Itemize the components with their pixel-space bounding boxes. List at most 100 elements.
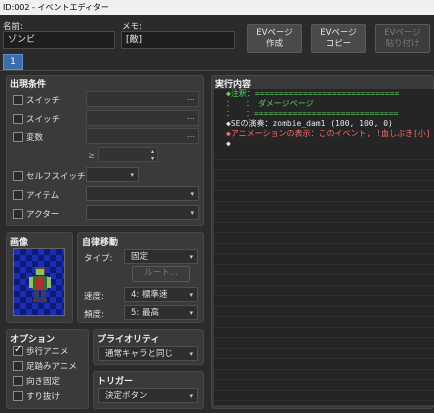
trigger-dropdown[interactable]: 決定ボタン ▾ [98,388,198,403]
item-label: アイテム [26,191,60,201]
empty-row [214,391,434,401]
zombie-sprite-icon [29,267,51,302]
switch2-field[interactable]: … [86,110,199,126]
empty-row [214,359,434,370]
trigger-value: 決定ボタン [105,391,148,401]
autonomous-title: 自律移動 [82,238,119,248]
tab-page-1[interactable]: 1 [3,54,23,70]
memo-field[interactable]: [敵] [121,31,235,49]
empty-row [214,191,434,202]
chevron-down-icon: ▾ [190,190,194,198]
speed-label: 速度: [84,292,104,302]
through-label: すり抜け [26,392,61,402]
empty-row [214,170,434,181]
variable-checkbox[interactable] [13,132,23,142]
type-value: 固定 [131,252,149,262]
walking-anim-label: 歩行アニメ [26,347,69,357]
stepping-anim-checkbox[interactable] [13,361,23,371]
tab-divider [0,70,434,71]
empty-row [214,317,434,328]
empty-row [214,149,434,160]
empty-row [214,265,434,275]
actor-dropdown[interactable]: ▾ [86,205,199,220]
chevron-down-icon: ▾ [189,392,193,400]
through-checkbox[interactable] [13,391,23,401]
frequency-label: 頻度: [84,310,104,320]
route-button[interactable]: ルート... [132,266,190,282]
empty-row [214,370,434,380]
variable-browse-icon[interactable]: … [187,130,195,139]
empty-row [214,328,434,338]
empty-row [214,233,434,244]
direction-fix-checkbox[interactable] [13,376,23,386]
command-line[interactable]: ： ： ダメージページ [214,99,434,109]
empty-row [214,275,434,286]
self-switch-dropdown[interactable]: ▾ [86,167,139,182]
create-page-button[interactable]: EVページ 作成 [247,24,302,53]
window-title: ID:002 - イベントエディター [0,0,434,15]
priority-value: 通常キャラと同じ [105,349,174,359]
empty-row [214,160,434,170]
frequency-dropdown[interactable]: 5: 最高 ▾ [124,305,198,320]
type-label: タイプ: [84,254,113,264]
chevron-down-icon: ▾ [189,291,193,299]
empty-row [214,286,434,296]
empty-row [214,181,434,191]
self-switch-checkbox[interactable] [13,171,23,181]
command-line[interactable]: ◆ [214,139,434,149]
stepping-anim-label: 足踏みアニメ [26,362,77,372]
chevron-down-icon: ▾ [189,350,193,358]
switch2-label: スイッチ [26,115,61,125]
actor-checkbox[interactable] [13,209,23,219]
chevron-down-icon: ▾ [189,309,193,317]
variable-label: 変数 [26,133,44,143]
name-field[interactable]: ゾンビ [3,31,115,49]
item-dropdown[interactable]: ▾ [86,186,199,201]
ge-symbol: ≥ [88,151,96,161]
priority-title: プライオリティ [97,335,160,345]
conditions-title: 出現条件 [10,80,47,90]
empty-row [214,338,434,349]
switch1-browse-icon[interactable]: … [187,93,195,102]
switch1-field[interactable]: … [86,91,199,107]
empty-row [214,223,434,233]
variable-value-stepper[interactable]: ▴ ▾ [98,147,158,162]
empty-row [214,380,434,391]
stepper-arrows-icon[interactable]: ▴ ▾ [151,148,154,162]
switch1-checkbox[interactable] [13,95,23,105]
character-image[interactable] [13,248,65,316]
trigger-title: トリガー [97,377,134,387]
actor-label: アクター [26,210,60,220]
priority-dropdown[interactable]: 通常キャラと同じ ▾ [98,346,198,361]
empty-row [214,212,434,223]
speed-value: 4: 標準速 [131,290,168,300]
self-switch-label: セルフスイッチ [26,172,86,182]
paste-page-button[interactable]: EVページ 貼り付け [375,24,430,53]
chevron-down-icon: ▾ [190,209,194,217]
empty-row [214,349,434,359]
command-line[interactable]: ： ：============================== [214,109,434,119]
frequency-value: 5: 最高 [131,308,159,318]
switch2-browse-icon[interactable]: … [187,112,195,121]
switch2-checkbox[interactable] [13,114,23,124]
direction-fix-label: 向き固定 [26,377,61,387]
speed-dropdown[interactable]: 4: 標準速 ▾ [124,287,198,302]
empty-row [214,307,434,317]
variable-field[interactable]: … [86,128,199,144]
empty-row [214,254,434,265]
command-line[interactable]: ◆SEの演奏：zombie_dam1 (100, 100, 0) [214,119,434,129]
item-checkbox[interactable] [13,190,23,200]
image-title: 画像 [10,238,29,248]
type-dropdown[interactable]: 固定 ▾ [124,249,198,264]
empty-row [214,244,434,254]
empty-row [214,296,434,307]
switch1-label: スイッチ [26,96,61,106]
chevron-down-icon: ▾ [189,253,193,261]
empty-row [214,202,434,212]
chevron-down-icon: ▾ [130,171,134,179]
walking-anim-checkbox[interactable] [13,344,23,356]
command-list[interactable]: ◆注釈：============================== ： ： ダ… [214,89,434,405]
copy-page-button[interactable]: EVページ コピー [311,24,366,53]
command-line[interactable]: ◆注釈：============================== [214,89,434,99]
command-line[interactable]: ◆アニメーションの表示：このイベント, !血しぶき[小] [214,129,434,139]
